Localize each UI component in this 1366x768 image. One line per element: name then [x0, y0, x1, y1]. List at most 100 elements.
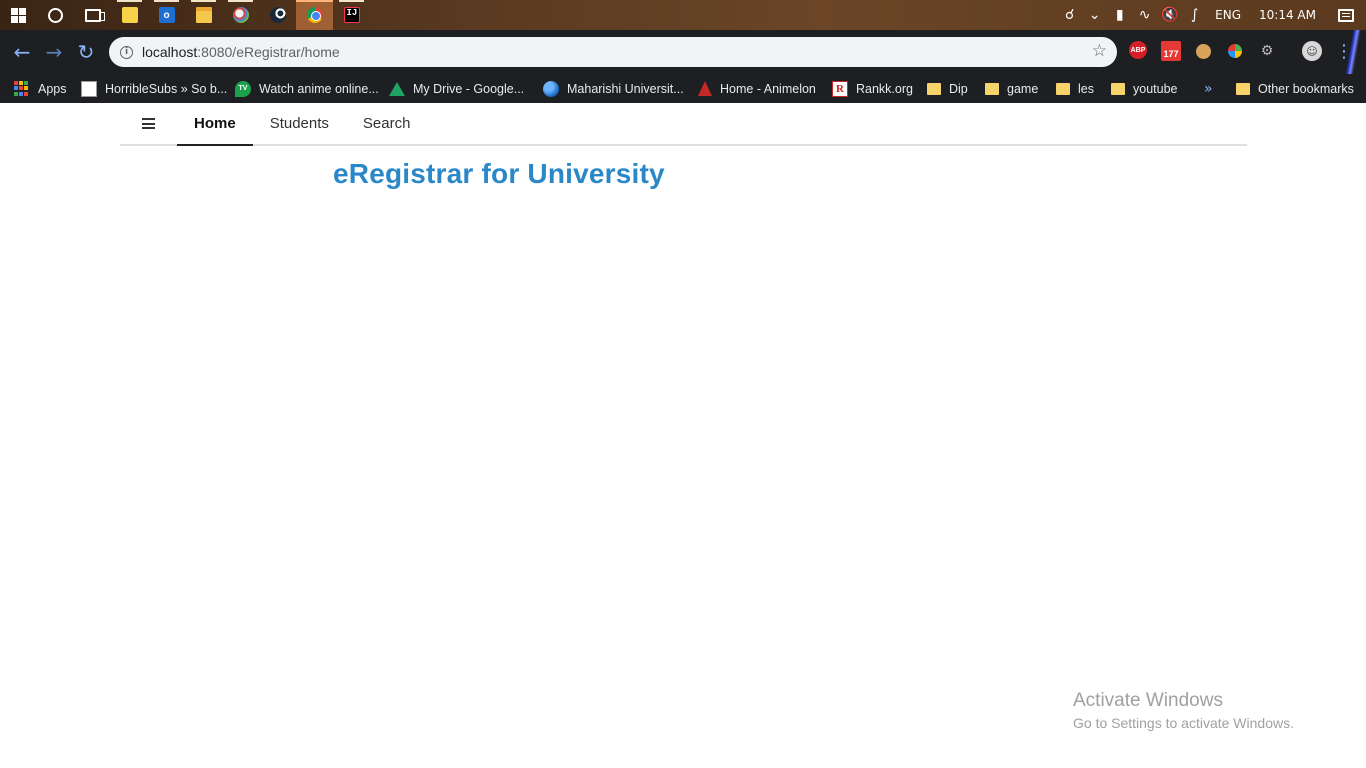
globe-icon — [543, 80, 559, 97]
profile-avatar-icon[interactable]: ☺ — [1302, 41, 1322, 61]
taskbar-steam[interactable] — [259, 0, 296, 30]
back-button[interactable]: ← — [6, 36, 38, 68]
bookmark-star-icon[interactable]: ☆ — [1092, 41, 1107, 61]
tab-home[interactable]: Home — [177, 103, 253, 146]
reload-button[interactable]: ↻ — [70, 36, 102, 68]
taskbar-paint[interactable] — [222, 0, 259, 30]
bookmark-other-bookmarks[interactable]: Other bookmarks — [1236, 74, 1354, 103]
bookmark-label: Rankk.org — [856, 81, 913, 96]
notification-icon — [1338, 8, 1354, 22]
bookmark-folder-les[interactable]: les — [1056, 74, 1094, 103]
taskbar-sticky-notes[interactable] — [111, 0, 148, 30]
watermark-subtitle: Go to Settings to activate Windows. — [1073, 715, 1294, 731]
address-bar[interactable]: i localhost:8080/eRegistrar/home ☆ — [109, 37, 1117, 67]
intellij-icon: IJ — [343, 7, 360, 23]
bookmark-label: Apps — [38, 81, 67, 96]
cortana-icon — [48, 7, 63, 23]
action-center-button[interactable] — [1326, 0, 1366, 30]
tab-search[interactable]: Search — [346, 103, 428, 144]
taskbar-outlook[interactable]: o — [148, 0, 185, 30]
people-icon[interactable]: ☌ — [1057, 0, 1082, 30]
browser-menu-icon[interactable]: ⋮ — [1334, 41, 1354, 62]
watermark-title: Activate Windows — [1073, 690, 1223, 711]
url-host: localhost — [142, 44, 198, 60]
bookmark-label: HorribleSubs » So b... — [105, 81, 228, 96]
bookmark-watch-anime[interactable]: TV Watch anime online... — [235, 74, 379, 103]
windows-taskbar: o IJ ☌ ⌄ ▮ ∿ 🔇 ∫ ENG 10:14 AM — [0, 0, 1366, 30]
motorcycle-extension-icon[interactable]: ⚙ — [1257, 41, 1277, 61]
bookmark-label: youtube — [1133, 81, 1178, 96]
activate-windows-watermark: Activate Windows Go to Settings to activ… — [1073, 690, 1294, 731]
bookmark-maharishi[interactable]: Maharishi Universit... — [543, 74, 684, 103]
url-text[interactable]: localhost:8080/eRegistrar/home — [142, 44, 340, 60]
hamburger-icon — [142, 118, 155, 129]
bookmark-label: Dip — [949, 81, 968, 96]
folder-icon — [1056, 82, 1070, 95]
bookmark-folder-dip[interactable]: Dip — [927, 74, 968, 103]
arrow-right-icon: → — [45, 40, 63, 64]
page-title: eRegistrar for University — [333, 158, 665, 189]
chevron-up-icon[interactable]: ⌄ — [1082, 0, 1107, 30]
forward-button[interactable]: → — [38, 36, 70, 68]
pen-icon[interactable]: ∫ — [1182, 0, 1207, 30]
calendar-extension-icon[interactable]: 177 — [1161, 41, 1181, 61]
bookmarks-overflow-chevron-icon[interactable]: » — [1204, 74, 1213, 103]
bookmark-apps[interactable]: Apps — [14, 74, 67, 103]
folder-icon — [985, 82, 999, 95]
taskbar-file-explorer[interactable] — [185, 0, 222, 30]
apps-grid-icon — [14, 80, 30, 97]
bookmark-label: game — [1007, 81, 1039, 96]
folder-icon — [1236, 82, 1250, 95]
menu-button[interactable] — [120, 103, 177, 144]
bookmark-label: Maharishi Universit... — [567, 81, 684, 96]
steam-icon — [269, 7, 286, 23]
task-view-icon — [84, 8, 105, 22]
gem-icon — [1228, 44, 1242, 58]
language-indicator[interactable]: ENG — [1207, 0, 1249, 30]
tab-students[interactable]: Students — [253, 103, 346, 144]
start-button[interactable] — [0, 0, 37, 30]
page-content: Home Students Search eRegistrar for Univ… — [0, 103, 1366, 768]
bookmark-label: My Drive - Google... — [413, 81, 525, 96]
windows-logo-icon — [11, 7, 26, 23]
bookmark-label: Home - Animelon — [720, 81, 816, 96]
cookie-icon — [1195, 43, 1211, 59]
bookmark-folder-youtube[interactable]: youtube — [1111, 74, 1177, 103]
system-tray: ☌ ⌄ ▮ ∿ 🔇 ∫ ENG 10:14 AM — [1057, 0, 1366, 30]
adblock-plus-icon[interactable]: ABP — [1129, 41, 1147, 59]
clock[interactable]: 10:14 AM — [1249, 0, 1326, 30]
bookmark-my-drive[interactable]: My Drive - Google... — [389, 74, 524, 103]
top-navbar: Home Students Search — [120, 103, 1247, 146]
bookmark-horriblesubs[interactable]: HorribleSubs » So b... — [81, 74, 227, 103]
bookmark-rankk[interactable]: R Rankk.org — [832, 74, 913, 103]
folder-icon — [1111, 82, 1125, 95]
gem-extension-button[interactable] — [1225, 41, 1245, 61]
volume-muted-icon[interactable]: 🔇 — [1157, 0, 1182, 30]
cookie-extension-button[interactable] — [1193, 41, 1213, 61]
horriblesubs-icon — [81, 80, 97, 97]
folder-icon — [195, 7, 212, 23]
tv-icon: TV — [235, 80, 251, 97]
taskbar-chrome[interactable] — [296, 0, 333, 30]
sticky-notes-icon — [121, 7, 138, 23]
battery-icon[interactable]: ▮ — [1107, 0, 1132, 30]
arrow-left-icon: ← — [13, 40, 31, 64]
wifi-icon[interactable]: ∿ — [1132, 0, 1157, 30]
bookmark-folder-game[interactable]: game — [985, 74, 1038, 103]
task-view-button[interactable] — [74, 0, 111, 30]
bookmark-label: Watch anime online... — [259, 81, 379, 96]
taskbar-intellij[interactable]: IJ — [333, 0, 370, 30]
folder-icon — [927, 82, 941, 95]
url-path: :8080/eRegistrar/home — [197, 44, 340, 60]
cortana-button[interactable] — [37, 0, 74, 30]
site-info-icon[interactable]: i — [120, 45, 133, 59]
bookmark-animelon[interactable]: Home - Animelon — [698, 74, 816, 103]
reload-icon: ↻ — [77, 40, 95, 64]
chrome-icon — [306, 7, 323, 23]
rankk-icon: R — [832, 80, 848, 97]
bookmark-label: Other bookmarks — [1258, 81, 1354, 96]
paint-icon — [232, 7, 249, 23]
bookmarks-bar: Apps HorribleSubs » So b... TV Watch ani… — [0, 74, 1366, 103]
google-drive-icon — [389, 81, 405, 96]
outlook-icon: o — [158, 7, 175, 23]
